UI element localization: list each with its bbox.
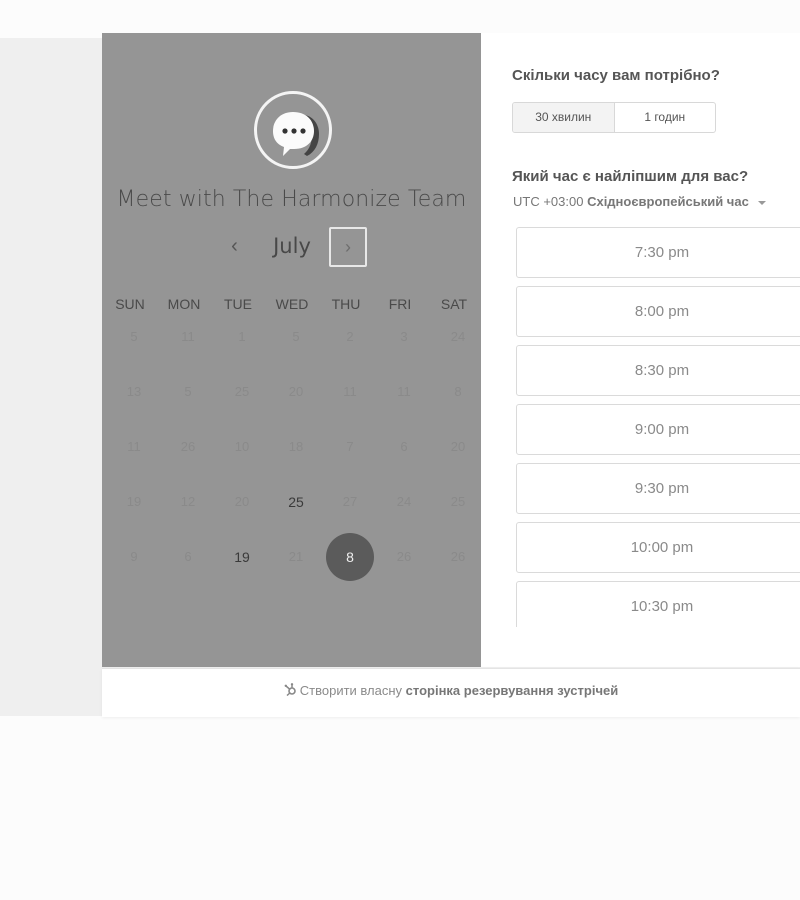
calendar-day: 25 (234, 384, 250, 399)
footer-link-text: сторінка резервування зустрічей (405, 683, 619, 698)
time-slot-label: 8:00 pm (634, 303, 690, 320)
scheduler-card: Meet with The Harmonize Team ‹ July › SU… (102, 33, 800, 667)
calendar-day: 12 (180, 494, 196, 509)
meeting-title: Meet with The Harmonize Team (116, 187, 467, 212)
booking-panel: Скільки часу вам потрібно? 30 хвилин 1 г… (481, 33, 800, 667)
calendar-day: 21 (288, 549, 304, 564)
calendar-day: 7 (346, 439, 354, 454)
chevron-right-icon: › (345, 237, 351, 257)
calendar-day: 1 (238, 329, 246, 344)
calendar-day: 2 (346, 329, 354, 344)
timezone-offset: UTC +03:00 (513, 194, 584, 209)
calendar-day: 27 (342, 494, 358, 509)
calendar-day: 11 (397, 384, 411, 399)
chevron-left-icon: ‹ (231, 235, 238, 257)
weekday-tue: TUE (224, 296, 252, 312)
calendar-day: 20 (288, 384, 304, 399)
calendar-day[interactable]: 25 (281, 492, 311, 512)
calendar-day: 9 (130, 549, 138, 564)
time-slot[interactable]: 9:30 pm (516, 463, 800, 514)
calendar-day[interactable]: 19 (227, 547, 257, 567)
sprocket-icon (284, 670, 297, 714)
weekday-fri: FRI (388, 296, 412, 312)
footer-bar: Створити власну сторінка резервування зу… (102, 668, 800, 717)
weekday-sun: SUN (115, 296, 145, 312)
duration-toggle: 30 хвилин 1 годин (512, 102, 716, 133)
prev-month-button[interactable]: ‹ (222, 231, 247, 261)
calendar-day: 24 (396, 494, 412, 509)
calendar-day: 10 (234, 439, 250, 454)
calendar-day-selected[interactable]: 8 (326, 533, 374, 581)
calendar-day: 5 (184, 384, 192, 399)
calendar-day: 11 (343, 384, 357, 399)
calendar-day: 11 (181, 329, 195, 344)
calendar-day: 24 (450, 329, 466, 344)
calendar-day: 20 (450, 439, 466, 454)
calendar-day: 11 (127, 439, 141, 454)
duration-1-hour-option[interactable]: 1 годин (615, 103, 716, 132)
calendar-day: 5 (292, 329, 300, 344)
calendar-day: 6 (184, 549, 192, 564)
time-slot-label: 10:30 pm (630, 598, 694, 615)
time-heading: Який час є найліпшим для вас? (512, 168, 749, 185)
calendar-day: 5 (130, 329, 138, 344)
create-booking-page-link[interactable]: Створити власну сторінка резервування зу… (102, 669, 800, 713)
next-month-button[interactable]: › (329, 227, 367, 267)
calendar-day: 26 (450, 549, 466, 564)
month-label: July (273, 234, 311, 258)
time-slot-label: 8:30 pm (634, 362, 690, 379)
time-slot-label: 9:00 pm (634, 421, 690, 438)
time-slot[interactable]: 8:30 pm (516, 345, 800, 396)
calendar-day: 19 (126, 494, 142, 509)
timezone-dropdown[interactable]: UTC +03:00 Східноєвропейський час (513, 194, 767, 209)
calendar-day: 18 (288, 439, 304, 454)
calendar-day: 8 (454, 384, 462, 399)
time-slot-list[interactable]: 7:30 pm 8:00 pm 8:30 pm 9:00 pm 9:30 pm … (516, 227, 800, 627)
weekday-thu: THU (331, 296, 361, 312)
calendar-day: 25 (450, 494, 466, 509)
time-slot-label: 9:30 pm (634, 480, 690, 497)
calendar-day: 6 (400, 439, 408, 454)
calendar-day: 3 (400, 329, 408, 344)
timezone-name: Східноєвропейський час (587, 194, 749, 209)
chat-bubble-icon (254, 91, 332, 169)
calendar-day: 26 (180, 439, 196, 454)
weekday-wed: WED (275, 296, 309, 312)
weekday-sat: SAT (440, 296, 468, 312)
time-slot[interactable]: 7:30 pm (516, 227, 800, 278)
calendar-panel: Meet with The Harmonize Team ‹ July › SU… (102, 33, 481, 667)
time-slot-label: 7:30 pm (634, 244, 690, 261)
time-slot[interactable]: 10:00 pm (516, 522, 800, 573)
time-slot[interactable]: 8:00 pm (516, 286, 800, 337)
calendar-day: 13 (126, 384, 142, 399)
time-slot-label: 10:00 pm (630, 539, 694, 556)
duration-30-min-option[interactable]: 30 хвилин (513, 103, 615, 132)
footer-prefix: Створити власну (299, 683, 403, 698)
caret-down-icon (758, 200, 767, 205)
calendar-day: 20 (234, 494, 250, 509)
calendar-day: 26 (396, 549, 412, 564)
time-slot[interactable]: 9:00 pm (516, 404, 800, 455)
weekday-header: SUN MON TUE WED THU FRI SAT (102, 296, 481, 316)
weekday-mon: MON (167, 296, 201, 312)
duration-heading: Скільки часу вам потрібно? (512, 67, 720, 84)
time-slot[interactable]: 10:30 pm (516, 581, 800, 627)
